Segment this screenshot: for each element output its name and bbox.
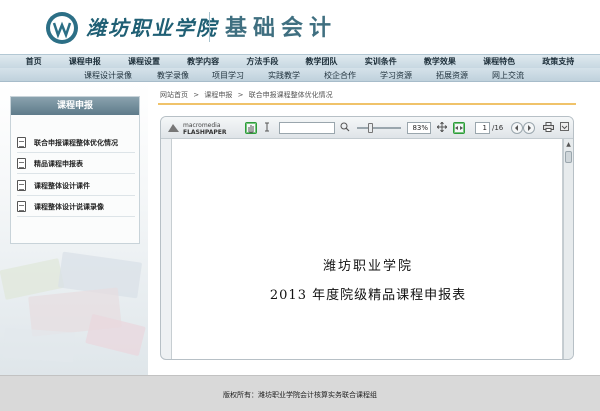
sidebar-item-application-form[interactable]: 精品课程申报表	[17, 154, 135, 174]
subnav-item-project-learning[interactable]: 项目学习	[212, 70, 244, 81]
document-icon	[17, 137, 26, 148]
breadcrumb-separator: >	[193, 91, 200, 99]
scroll-up-arrow-icon[interactable]: ▲	[565, 141, 572, 148]
banknote-decoration	[85, 313, 146, 357]
subnav-item-resources[interactable]: 学习资源	[380, 70, 412, 81]
main-nav: 首页 课程申报 课程设置 教学内容 方法手段 教学团队 实训条件 教学效果 课程…	[0, 54, 600, 68]
zoom-slider-track[interactable]	[357, 127, 401, 129]
sidebar-item-design-slides[interactable]: 课程整体设计课件	[17, 176, 135, 196]
nav-item-training[interactable]: 实训条件	[365, 56, 397, 67]
page-total: /16	[492, 124, 504, 132]
breadcrumb-current: 联合申报课程整体优化情况	[248, 91, 333, 99]
breadcrumb-section-link[interactable]: 课程申报	[204, 91, 232, 99]
fit-page-button[interactable]	[453, 122, 465, 134]
arrow-left-icon	[515, 125, 518, 131]
nav-item-policy[interactable]: 政策支持	[542, 56, 574, 67]
flashpaper-logo-top: macromedia	[183, 122, 221, 129]
breadcrumb-separator: >	[237, 91, 244, 99]
sidebar-item-optimization[interactable]: 联合申报课程整体优化情况	[17, 133, 135, 153]
site-footer: 版权所有：潍坊职业学院会计核算实务联合课程组	[0, 375, 600, 411]
sidebar-menu: 课程申报 联合申报课程整体优化情况 精品课程申报表 课程整体设计课件 课程整体设…	[10, 96, 140, 244]
school-name: 潍坊职业学院	[86, 16, 218, 40]
document-icon	[17, 158, 26, 169]
arrow-right-icon	[528, 125, 531, 131]
search-icon	[340, 122, 350, 132]
hand-tool-button[interactable]	[245, 122, 257, 134]
header-divider	[209, 12, 210, 42]
nav-item-course-application[interactable]: 课程申报	[69, 56, 101, 67]
nav-item-methods[interactable]: 方法手段	[246, 56, 278, 67]
print-button[interactable]	[542, 122, 554, 134]
subnav-item-extended[interactable]: 拓展资源	[436, 70, 468, 81]
move-arrows-icon	[436, 121, 448, 133]
subnav-item-online[interactable]: 网上交流	[492, 70, 524, 81]
nav-item-home[interactable]: 首页	[26, 56, 42, 67]
sub-nav: 课程设计录像 教学录像 项目学习 实践教学 校企合作 学习资源 拓展资源 网上交…	[0, 68, 600, 82]
sidebar-item-label: 精品课程申报表	[34, 159, 83, 168]
zoom-level-field[interactable]: 83%	[407, 122, 431, 134]
sidebar-item-label: 联合申报课程整体优化情况	[34, 138, 118, 147]
breadcrumb-rule	[158, 103, 576, 105]
flashpaper-logo: macromedia FLASHPAPER	[183, 122, 227, 136]
text-select-tool-button[interactable]	[261, 122, 273, 134]
document-icon	[17, 201, 26, 212]
flashpaper-logo-bottom: FLASHPAPER	[183, 129, 227, 136]
document-subheading: 2013 年度院级精品课程申报表	[269, 288, 467, 303]
nav-item-course-setup[interactable]: 课程设置	[128, 56, 160, 67]
subnav-item-cooperation[interactable]: 校企合作	[324, 70, 356, 81]
sidebar-title: 课程申报	[11, 97, 139, 115]
breadcrumb: 网站首页 > 课程申报 > 联合申报课程整体优化情况	[160, 90, 336, 100]
vertical-scrollbar[interactable]: ▲	[563, 139, 573, 359]
document-page: 潍坊职业学院 2013 年度院级精品课程申报表	[171, 139, 563, 359]
hand-icon	[248, 125, 254, 133]
copyright-text: 版权所有：潍坊职业学院会计核算实务联合课程组	[223, 391, 377, 399]
previous-page-button[interactable]	[511, 122, 523, 134]
fit-page-icon	[455, 126, 463, 130]
search-field[interactable]	[279, 122, 335, 134]
text-cursor-icon	[265, 122, 269, 132]
subnav-item-teaching-video[interactable]: 教学录像	[157, 70, 189, 81]
flashpaper-logo-icon	[168, 124, 179, 132]
document-icon	[17, 180, 26, 191]
sidebar-item-lecture-video[interactable]: 课程整体设计说课录像	[17, 197, 135, 217]
zoom-slider-thumb[interactable]	[368, 123, 373, 133]
printer-icon	[542, 122, 554, 132]
scroll-thumb[interactable]	[565, 151, 572, 163]
nav-item-teaching-team[interactable]: 教学团队	[306, 56, 338, 67]
viewer-toolbar: macromedia FLASHPAPER 83% 1 /16	[161, 117, 573, 139]
nav-item-teaching-content[interactable]: 教学内容	[187, 56, 219, 67]
banknote-decoration	[3, 327, 75, 363]
options-menu-button[interactable]	[558, 122, 570, 134]
sidebar-item-label: 课程整体设计说课录像	[34, 202, 104, 211]
course-title: 基础会计	[225, 16, 338, 41]
sidebar-item-label: 课程整体设计课件	[34, 181, 90, 190]
subnav-item-practice[interactable]: 实践教学	[268, 70, 300, 81]
next-page-button[interactable]	[523, 122, 535, 134]
flashpaper-viewer: macromedia FLASHPAPER 83% 1 /16 潍坊职业学院 2…	[160, 116, 574, 360]
breadcrumb-home-link[interactable]: 网站首页	[160, 91, 188, 99]
school-emblem-icon	[46, 12, 78, 44]
page-number-field[interactable]: 1	[475, 122, 490, 134]
nav-item-results[interactable]: 教学效果	[424, 56, 456, 67]
menu-icon	[559, 122, 569, 131]
site-header: 潍坊职业学院 基础会计	[0, 0, 600, 54]
subnav-item-design-video[interactable]: 课程设计录像	[84, 70, 132, 81]
fit-width-button[interactable]	[436, 121, 448, 134]
nav-item-features[interactable]: 课程特色	[483, 56, 515, 67]
find-button[interactable]	[339, 122, 351, 134]
document-heading: 潍坊职业学院	[322, 259, 413, 274]
